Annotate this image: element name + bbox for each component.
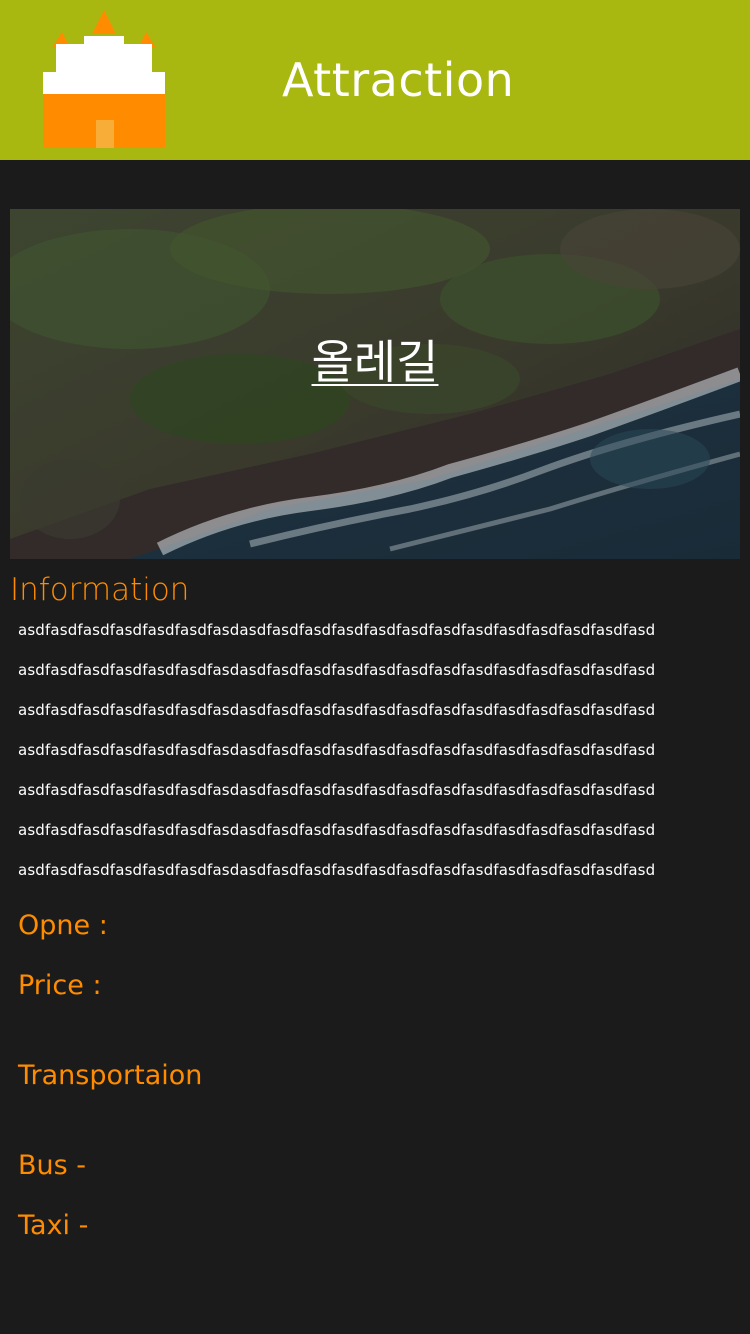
app-header: Attraction: [0, 0, 750, 160]
open-hours-label: Opne :: [18, 910, 108, 941]
price-label: Price :: [18, 970, 102, 1001]
taxi-label: Taxi -: [18, 1210, 89, 1241]
info-text-line: asdfasdfasdfasdfasdfasdfasdasdfasdfasdfa…: [18, 661, 656, 679]
page-title: Attraction: [282, 53, 515, 107]
info-text-line: asdfasdfasdfasdfasdfasdfasdasdfasdfasdfa…: [18, 821, 656, 839]
information-heading: Information: [10, 572, 190, 608]
info-text-line: asdfasdfasdfasdfasdfasdfasdasdfasdfasdfa…: [18, 741, 656, 759]
attraction-name-link[interactable]: 올레길: [10, 333, 740, 391]
temple-icon: [43, 10, 165, 148]
hero-banner: 올레길: [10, 209, 740, 559]
info-text-line: asdfasdfasdfasdfasdfasdfasdasdfasdfasdfa…: [18, 621, 656, 639]
bus-label: Bus -: [18, 1150, 87, 1181]
info-text-line: asdfasdfasdfasdfasdfasdfasdasdfasdfasdfa…: [18, 701, 656, 719]
info-text-line: asdfasdfasdfasdfasdfasdfasdasdfasdfasdfa…: [18, 781, 656, 799]
transportation-label: Transportaion: [18, 1060, 203, 1091]
info-text-line: asdfasdfasdfasdfasdfasdfasdasdfasdfasdfa…: [18, 861, 656, 879]
information-body: asdfasdfasdfasdfasdfasdfasdasdfasdfasdfa…: [18, 620, 740, 900]
